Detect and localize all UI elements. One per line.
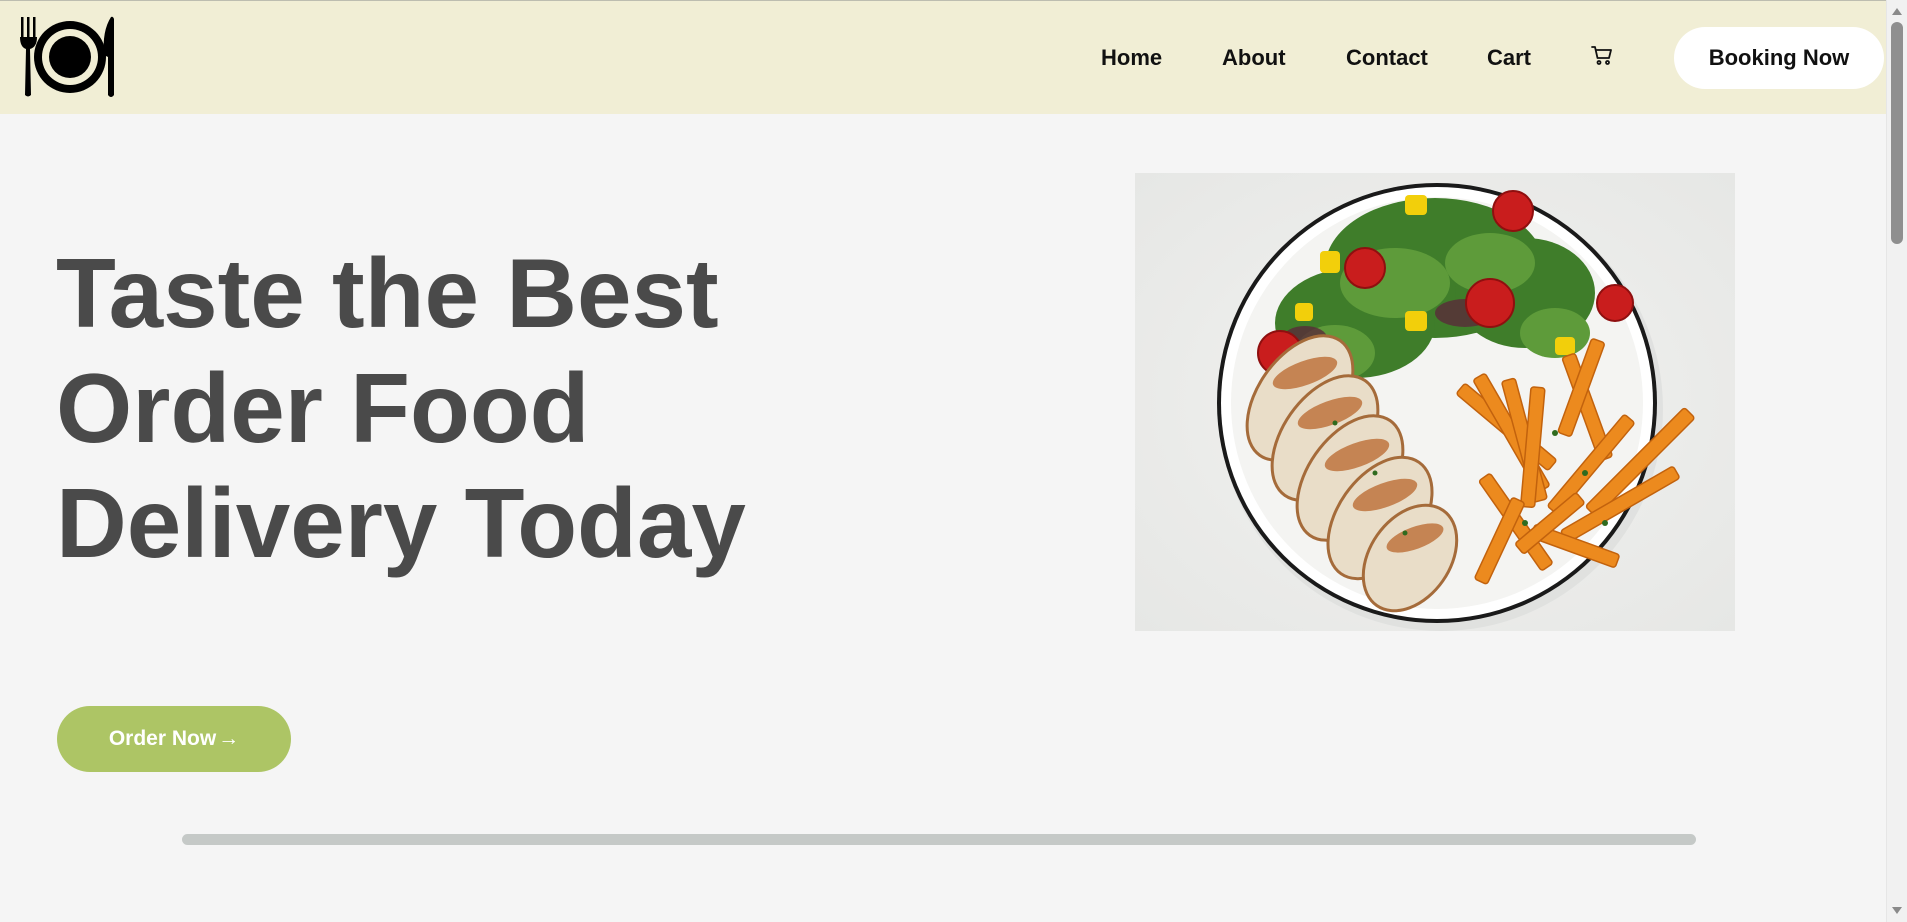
- scrollbar-thumb[interactable]: [1891, 22, 1903, 244]
- nav-home-link[interactable]: Home: [1101, 45, 1162, 71]
- nav-about-link[interactable]: About: [1222, 45, 1286, 71]
- nav-cart-link[interactable]: Cart: [1487, 45, 1531, 71]
- shopping-cart-icon[interactable]: [1590, 43, 1614, 67]
- page: Home About Contact Cart Booking Now Tast…: [0, 0, 1907, 922]
- food-plate-image: [1135, 173, 1735, 631]
- scroll-down-arrow-icon[interactable]: [1892, 907, 1902, 914]
- order-now-button[interactable]: Order Now →: [57, 706, 291, 772]
- hero-title: Taste the Best Order Food Delivery Today: [56, 236, 876, 581]
- scroll-up-arrow-icon[interactable]: [1892, 8, 1902, 15]
- hero-title-line-2: Order Food: [56, 353, 590, 463]
- order-now-label: Order Now: [108, 727, 217, 750]
- hero-title-line-1: Taste the Best: [56, 238, 719, 348]
- nav-contact-link[interactable]: Contact: [1346, 45, 1428, 71]
- plate-fork-knife-icon[interactable]: [18, 15, 122, 99]
- arrow-right-icon: →: [218, 727, 240, 750]
- image-slider-track[interactable]: [182, 834, 1696, 845]
- vertical-scrollbar[interactable]: [1886, 0, 1907, 922]
- site-header: Home About Contact Cart Booking Now: [0, 0, 1886, 114]
- booking-now-button[interactable]: Booking Now: [1674, 27, 1884, 89]
- hero-title-line-3: Delivery Today: [56, 468, 746, 578]
